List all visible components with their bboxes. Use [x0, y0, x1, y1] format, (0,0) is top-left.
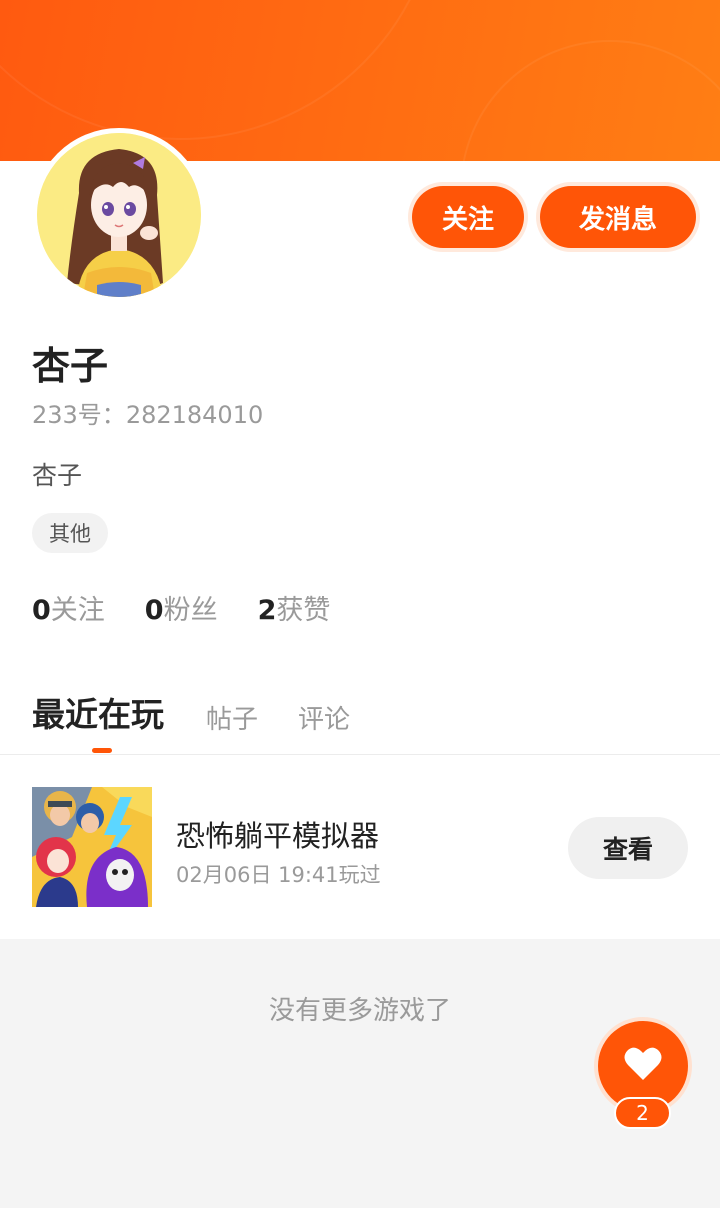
stat-count: 0 — [144, 595, 164, 626]
stat-label: 获赞 — [276, 595, 331, 626]
list-end-message: 没有更多游戏了 — [268, 996, 451, 1026]
stat-count: 0 — [32, 595, 51, 626]
like-count-badge: 2 — [614, 1097, 671, 1129]
tab-posts[interactable]: 帖子 — [206, 699, 258, 736]
game-played-time: 02月06日 19:41玩过 — [176, 863, 381, 887]
banner-decoration — [460, 40, 720, 162]
game-title: 恐怖躺平模拟器 — [176, 819, 380, 853]
profile-tabs: 最近在玩 帖子 评论 — [32, 688, 390, 736]
stat-following[interactable]: 0关注 — [32, 588, 105, 627]
list-item[interactable]: 恐怖躺平模拟器 02月06日 19:41玩过 查看 — [0, 755, 720, 939]
tab-recently-played[interactable]: 最近在玩 — [32, 688, 164, 736]
game-cover-image — [32, 787, 152, 907]
profile-stats: 0关注 0粉丝 2获赞 — [32, 588, 330, 627]
stat-count: 2 — [257, 595, 277, 626]
profile-bio: 杏子 — [32, 461, 83, 490]
stat-label: 关注 — [50, 595, 105, 626]
send-message-button[interactable]: 发消息 — [540, 186, 696, 248]
profile-username: 杏子 — [32, 344, 109, 388]
profile-tag: 其他 — [32, 513, 108, 553]
profile-user-id: 233号：282184010 — [32, 395, 263, 430]
follow-button[interactable]: 关注 — [412, 186, 524, 248]
stat-likes[interactable]: 2获赞 — [258, 588, 331, 627]
tab-comments[interactable]: 评论 — [298, 699, 350, 736]
view-game-button[interactable]: 查看 — [568, 817, 688, 879]
heart-icon — [623, 1046, 663, 1086]
avatar[interactable] — [32, 128, 206, 302]
stat-label: 粉丝 — [163, 595, 218, 626]
avatar-image — [37, 133, 201, 297]
user-id-label: 233号： — [32, 401, 126, 429]
user-profile-page: 关注 发消息 杏子 233号：282184010 杏子 其他 0关注 0粉丝 2… — [0, 0, 720, 1208]
banner-decoration — [0, 0, 440, 140]
stat-fans[interactable]: 0粉丝 — [145, 588, 218, 627]
user-id-value: 282184010 — [125, 401, 264, 429]
active-tab-indicator — [92, 748, 112, 753]
